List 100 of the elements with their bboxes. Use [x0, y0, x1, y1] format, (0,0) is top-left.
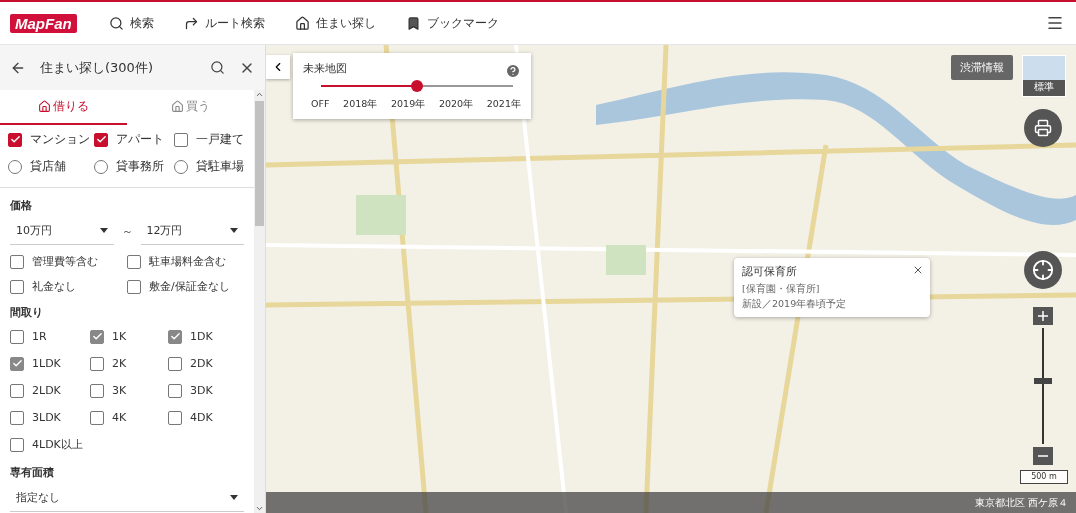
nav-link[interactable]: 住まい探し	[290, 10, 380, 36]
checkbox-option[interactable]: 管理費等含む	[10, 251, 127, 272]
checkbox-option[interactable]: 4DK	[168, 407, 244, 428]
checkbox[interactable]	[10, 410, 24, 425]
checkbox-option[interactable]: 駐車場料金含む	[127, 251, 244, 272]
tab[interactable]: 借りる	[0, 90, 127, 125]
map-background[interactable]: 未来地図 OFF 2018年 2019年 2020年 2021年 渋滞情報 標準 認可保育所 [保育園・保育所] 新設／2019年春頃予定 500 m 東京都北区 西ケ原４	[266, 45, 1076, 513]
option-label: 3DK	[190, 384, 213, 397]
checkbox[interactable]	[10, 279, 24, 294]
checkbox[interactable]	[90, 356, 104, 371]
checkbox-option[interactable]: アパート	[94, 129, 174, 150]
checkbox-option[interactable]: 3DK	[168, 380, 244, 401]
option-label: マンション	[30, 131, 90, 148]
radio-button[interactable]	[8, 159, 22, 174]
tab[interactable]: 買う	[127, 90, 254, 125]
radio-option[interactable]: 貸店舗	[8, 156, 94, 177]
checkbox-option[interactable]: 2K	[90, 353, 168, 374]
checkbox-option[interactable]: 礼金なし	[10, 276, 127, 297]
nav-link[interactable]: ブックマーク	[401, 10, 503, 36]
checkbox[interactable]	[90, 329, 104, 344]
checkbox[interactable]	[168, 410, 182, 425]
checkbox[interactable]	[174, 132, 188, 147]
zoom-thumb[interactable]	[1034, 378, 1052, 385]
option-label: 一戸建て	[196, 131, 244, 148]
max-price-select[interactable]: 12万円	[140, 217, 244, 245]
option-label: 1DK	[190, 330, 213, 343]
option-label: 2DK	[190, 357, 213, 370]
checkbox[interactable]	[127, 279, 141, 294]
popup-note: 新設／2019年春頃予定	[742, 297, 848, 311]
zoom-out-button[interactable]	[1033, 447, 1053, 465]
option-label: 礼金なし	[32, 279, 76, 294]
checkbox-option[interactable]: 2DK	[168, 353, 244, 374]
option-label: 1K	[112, 330, 127, 343]
checkbox[interactable]	[8, 132, 22, 147]
checkbox[interactable]	[10, 437, 24, 452]
checkbox[interactable]	[94, 132, 108, 147]
nav-link[interactable]: 検索	[104, 10, 158, 36]
checkbox-option[interactable]: 1DK	[168, 326, 244, 347]
checkbox[interactable]	[90, 410, 104, 425]
option-label: 貸店舗	[30, 158, 66, 175]
option-label: 貸駐車場	[196, 158, 244, 175]
checkbox[interactable]	[90, 383, 104, 398]
checkbox-option[interactable]: 1R	[10, 326, 90, 347]
close-icon[interactable]	[912, 264, 924, 276]
future-map-title: 未来地図	[303, 62, 347, 75]
checkbox-option[interactable]: 3LDK	[10, 407, 90, 428]
checkbox[interactable]	[168, 356, 182, 371]
nav-link[interactable]: ルート検索	[179, 10, 269, 36]
radio-option[interactable]: 貸事務所	[94, 156, 174, 177]
map-type-button[interactable]: 標準	[1022, 55, 1066, 97]
checkbox[interactable]	[10, 383, 24, 398]
scroll-down-icon[interactable]	[255, 504, 264, 513]
slider-tick-label: OFF	[311, 98, 330, 111]
checkbox-option[interactable]: 2LDK	[10, 380, 90, 401]
logo[interactable]: MapFan	[10, 13, 77, 33]
crosshair-icon[interactable]	[1024, 251, 1062, 289]
panel-title: 住まい探し(300件)	[40, 58, 154, 77]
scroll-up-icon[interactable]	[255, 90, 264, 99]
checkbox-option[interactable]: 4K	[90, 407, 168, 428]
checkbox[interactable]	[127, 254, 141, 269]
scrollbar-thumb[interactable]	[255, 101, 264, 226]
checkbox-option[interactable]: マンション	[8, 129, 94, 150]
checkbox[interactable]	[10, 329, 24, 344]
scale-bar: 500 m	[1020, 470, 1068, 484]
zoom-in-button[interactable]	[1033, 307, 1053, 325]
checkbox-option[interactable]: 1K	[90, 326, 168, 347]
collapse-panel-button[interactable]	[266, 55, 290, 79]
help-icon[interactable]	[505, 63, 521, 79]
option-label: 4LDK以上	[32, 437, 83, 452]
option-label: 駐車場料金含む	[149, 254, 226, 269]
print-icon[interactable]	[1024, 109, 1062, 147]
bookmark-icon	[405, 15, 421, 31]
house-icon	[294, 15, 310, 31]
area-select[interactable]: 指定なし	[10, 484, 244, 512]
option-label: 3K	[112, 384, 127, 397]
checkbox-option[interactable]: 一戸建て	[174, 129, 246, 150]
radio-button[interactable]	[94, 159, 108, 174]
slider-tick-label: 2018年	[343, 98, 378, 111]
checkbox-option[interactable]: 4LDK以上	[10, 434, 90, 455]
traffic-info-button[interactable]: 渋滞情報	[951, 55, 1013, 80]
radio-button[interactable]	[174, 159, 188, 174]
house-icon	[38, 100, 51, 113]
search-icon[interactable]	[210, 60, 225, 75]
checkbox[interactable]	[10, 254, 24, 269]
option-label: 3LDK	[32, 411, 61, 424]
range-separator: ～	[121, 223, 133, 239]
section-heading: 価格	[9, 198, 33, 214]
slider-thumb[interactable]	[411, 80, 423, 92]
radio-option[interactable]: 貸駐車場	[174, 156, 246, 177]
house-icon	[171, 100, 184, 113]
checkbox-option[interactable]: 敷金/保証金なし	[127, 276, 244, 297]
min-price-select[interactable]: 10万円	[10, 217, 114, 245]
address-text: 東京都北区 西ケ原４	[974, 495, 1068, 510]
checkbox-option[interactable]: 3K	[90, 380, 168, 401]
checkbox-option[interactable]: 1LDK	[10, 353, 90, 374]
option-label: 4DK	[190, 411, 213, 424]
checkbox[interactable]	[168, 329, 182, 344]
option-label: 2LDK	[32, 384, 61, 397]
checkbox[interactable]	[168, 383, 182, 398]
checkbox[interactable]	[10, 356, 24, 371]
